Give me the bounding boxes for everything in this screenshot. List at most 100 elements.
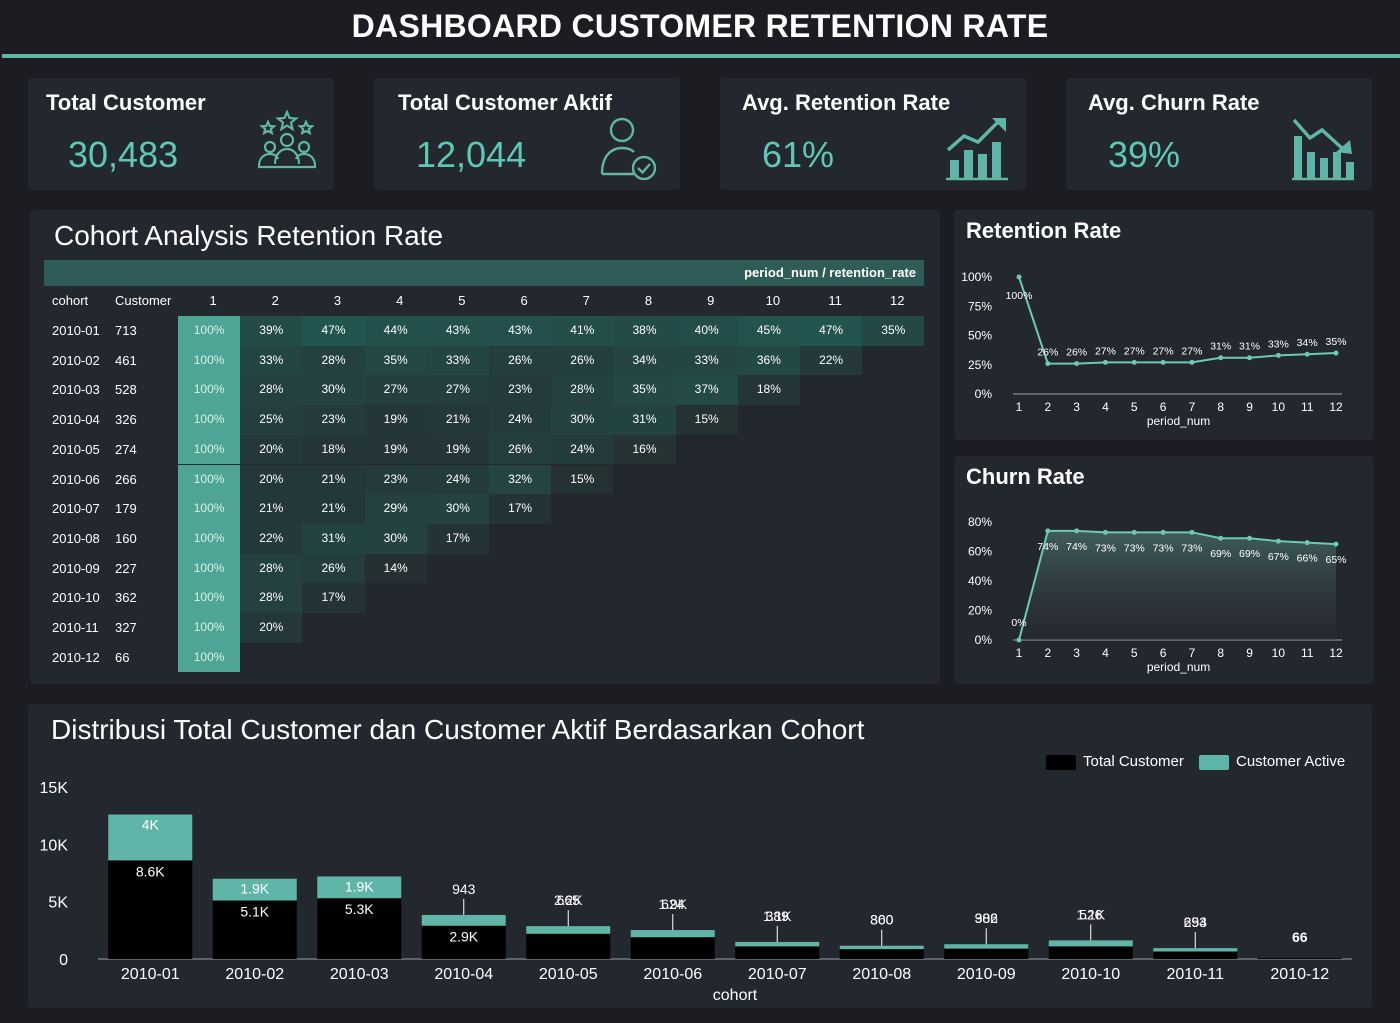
bar-active-label: 943 (452, 881, 476, 897)
cohort-cell: 17% (302, 583, 365, 613)
y-tick-label: 75% (968, 299, 992, 313)
bar-total-label: 66 (1292, 929, 1308, 945)
cohort-cell: 100% (178, 494, 241, 524)
data-point (1218, 535, 1224, 541)
x-tick-label: 2010-09 (957, 966, 1016, 983)
cohort-cell: 44% (364, 316, 427, 346)
cohort-cell: 15% (551, 464, 614, 495)
cohort-cell: 100% (178, 405, 241, 435)
cohort-row-label: 2010-02 (52, 352, 100, 368)
bar-active-label: 1.9K (240, 881, 269, 897)
cohort-cell: 47% (302, 316, 365, 346)
bar-total-label: 906 (975, 910, 999, 926)
cohort-cell: 24% (426, 464, 489, 495)
retention-title: Retention Rate (966, 218, 1122, 243)
legend-active-label: Customer Active (1236, 753, 1346, 770)
kpi-card-avg-churn: Avg. Churn Rate 39% (1066, 78, 1372, 190)
kpi-label: Avg. Retention Rate (742, 90, 951, 115)
data-label: 26% (1066, 347, 1087, 359)
cohort-customer-count: 227 (115, 560, 137, 576)
kpi-value: 30,483 (68, 134, 179, 175)
bar-active-label: 4K (142, 817, 160, 833)
data-point (1275, 352, 1281, 358)
cohort-customer-count: 160 (115, 530, 137, 546)
x-tick-label: 8 (1217, 646, 1224, 660)
cohort-cell: 26% (302, 553, 365, 584)
data-point (1045, 528, 1051, 534)
x-tick-label: 1 (1016, 646, 1023, 660)
cohort-cell: 35% (364, 345, 427, 376)
cohort-customer-count: 713 (115, 323, 137, 338)
data-point (1102, 359, 1108, 365)
cohort-cell: 17% (489, 494, 552, 524)
cohort-cell: 38% (613, 316, 676, 346)
y-tick-label: 20% (968, 604, 992, 618)
cohort-cell: 35% (862, 316, 925, 346)
bar-total-label: 1.1K (763, 908, 792, 924)
bar-total-customer (630, 937, 715, 959)
bar-total-customer (944, 948, 1029, 959)
data-label: 65% (1325, 554, 1346, 566)
data-point (1304, 540, 1310, 546)
cohort-cell: 17% (426, 523, 489, 554)
cohort-cell: 26% (489, 434, 552, 465)
data-point (1333, 541, 1339, 547)
cohort-cell: 23% (489, 375, 552, 406)
cohort-customer-count: 266 (115, 471, 137, 487)
cohort-cell: 34% (613, 345, 676, 376)
data-point (1247, 355, 1253, 361)
cohort-cell: 24% (489, 405, 552, 435)
bar-total-label: 1.9K (658, 896, 687, 912)
cohort-customer-count: 327 (115, 620, 137, 635)
distribution-bar-chart: 0 5K 10K 15K 4K 8.6K 2010-01 1.9K 5.1K 2010-02 1.9… (40, 780, 1352, 1004)
cohort-row-label: 2010-08 (52, 530, 100, 546)
x-axis-title: period_num (1147, 414, 1210, 428)
period-column-header: 5 (458, 293, 466, 308)
cohort-row-label: 2010-11 (52, 620, 99, 635)
cohort-cell: 19% (426, 434, 489, 465)
customers-stars-icon (257, 110, 317, 169)
x-tick-label: 5 (1131, 400, 1138, 414)
cohort-row-label: 2010-10 (52, 590, 100, 606)
bar-total-label: 860 (870, 912, 894, 928)
cohort-cell: 30% (364, 523, 427, 554)
cohort-cell: 16% (613, 434, 676, 465)
bar-total-customer (526, 933, 611, 959)
cohort-cell: 31% (302, 523, 365, 554)
cohort-cell: 20% (240, 464, 303, 495)
x-tick-label: 11 (1301, 400, 1314, 414)
bar-total-label: 1.1K (1076, 906, 1105, 922)
x-tick-label: 2010-12 (1270, 966, 1329, 983)
data-point (1102, 529, 1108, 535)
bar-total-label: 5.1K (240, 904, 269, 920)
cohort-header-bar: period_num / retention_rate (44, 260, 924, 286)
cohort-cell: 27% (426, 375, 489, 406)
x-tick-label: 7 (1189, 400, 1196, 414)
cohort-customer-count: 66 (115, 649, 130, 665)
bar-total-customer (1257, 958, 1342, 959)
cohort-row-label: 2010-01 (52, 323, 100, 338)
cohort-cell: 25% (240, 405, 303, 435)
kpi-value: 12,044 (416, 134, 527, 175)
x-tick-label: 3 (1073, 646, 1080, 660)
cohort-cell: 28% (240, 553, 303, 584)
data-label: 31% (1239, 341, 1260, 353)
data-point (1247, 535, 1253, 541)
bar-customer-active (1153, 948, 1238, 952)
x-tick-label: 2010-03 (330, 966, 389, 983)
data-label: 27% (1181, 345, 1202, 357)
x-tick-label: 2010-06 (643, 966, 702, 983)
cohort-cell: 21% (302, 494, 365, 524)
x-tick-label: 9 (1246, 646, 1253, 660)
cohort-customer-count: 326 (115, 412, 137, 428)
data-point (1016, 637, 1022, 643)
x-tick-label: 2010-04 (434, 966, 493, 983)
data-label: 73% (1095, 542, 1116, 554)
kpi-card-avg-retention: Avg. Retention Rate 61% (720, 78, 1026, 190)
y-tick-label: 10K (40, 837, 69, 854)
x-tick-label: 11 (1301, 646, 1314, 660)
data-label: 73% (1153, 542, 1174, 554)
cohort-cell: 43% (426, 316, 489, 346)
legend-total-swatch (1046, 755, 1076, 770)
cohort-cell: 20% (240, 613, 303, 643)
